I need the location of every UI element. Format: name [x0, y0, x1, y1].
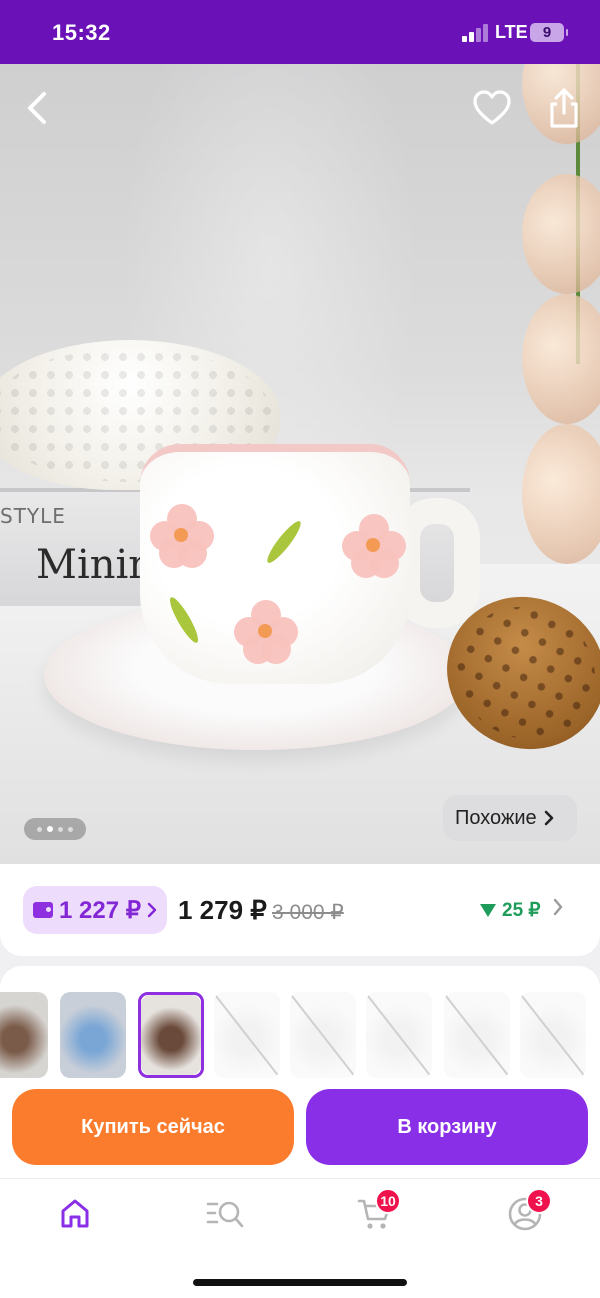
- pager-dot: [68, 826, 73, 832]
- favorite-button[interactable]: [468, 84, 516, 132]
- old-price: 3 000 ₽: [272, 901, 344, 924]
- back-button[interactable]: [16, 86, 60, 130]
- add-to-cart-button[interactable]: В корзину: [306, 1089, 588, 1165]
- network-label: LTE: [495, 22, 528, 42]
- flower-decoration: [342, 514, 406, 578]
- status-time: 15:32: [52, 20, 111, 45]
- bonus-chevron[interactable]: [552, 897, 564, 923]
- product-image[interactable]: STYLE Minim: [0, 64, 600, 864]
- bonus-value: 25 ₽: [502, 900, 541, 921]
- signal-icon: [462, 24, 490, 42]
- variant-thumbnail[interactable]: [290, 992, 356, 1078]
- chevron-right-icon: [553, 898, 563, 916]
- buy-now-button[interactable]: Купить сейчас: [12, 1089, 294, 1165]
- chevron-right-icon: [147, 902, 157, 918]
- variant-thumbnail-image: [214, 992, 280, 1078]
- book-text-top: STYLE: [0, 504, 66, 528]
- variant-thumbnail-image: [366, 992, 432, 1078]
- variant-thumbnail-image: [0, 992, 48, 1078]
- glass-vase: [522, 64, 600, 584]
- variant-thumbnails: [0, 990, 600, 1080]
- variant-thumbnail[interactable]: [214, 992, 280, 1078]
- pager-dot: [58, 826, 63, 832]
- bonus-points[interactable]: 25 ₽: [480, 899, 541, 922]
- home-indicator: [193, 1279, 407, 1286]
- tab-home[interactable]: [51, 1192, 99, 1236]
- tab-catalog[interactable]: [201, 1192, 249, 1236]
- current-price: 1 279 ₽: [178, 895, 267, 925]
- flower-decoration: [150, 504, 214, 568]
- share-button[interactable]: [540, 82, 588, 134]
- pager-dot-active: [47, 826, 53, 832]
- wallet-price-badge[interactable]: 1 227 ₽: [23, 886, 167, 934]
- variant-thumbnail[interactable]: [0, 992, 48, 1078]
- profile-badge: 3: [526, 1188, 552, 1214]
- variant-thumbnail-image: [141, 995, 201, 1075]
- flower-decoration: [234, 600, 298, 664]
- catalog-search-icon: [206, 1201, 244, 1228]
- variant-thumbnail[interactable]: [520, 992, 586, 1078]
- variant-thumbnail[interactable]: [138, 992, 204, 1078]
- similar-label: Похожие: [455, 806, 537, 829]
- variant-thumbnail-image: [520, 992, 586, 1078]
- variant-thumbnail-image: [290, 992, 356, 1078]
- home-icon: [61, 1199, 89, 1228]
- chevron-left-icon: [28, 92, 46, 124]
- pager-dot: [37, 826, 42, 832]
- variant-thumbnail-image: [60, 992, 126, 1078]
- chevron-right-icon: [544, 810, 553, 826]
- share-icon: [550, 88, 578, 128]
- similar-button[interactable]: Похожие: [443, 795, 577, 841]
- battery-icon: 9: [530, 23, 568, 42]
- wallet-icon: [33, 902, 53, 918]
- variant-thumbnail[interactable]: [60, 992, 126, 1078]
- variant-thumbnail[interactable]: [444, 992, 510, 1078]
- variant-thumbnail[interactable]: [366, 992, 432, 1078]
- bonus-arrow-icon: [480, 904, 496, 917]
- cart-badge: 10: [375, 1188, 401, 1214]
- status-bar: 15:32 LTE 9: [0, 0, 600, 64]
- image-pager[interactable]: [24, 818, 86, 840]
- wallet-price: 1 227 ₽: [59, 896, 141, 924]
- variant-thumbnail-image: [444, 992, 510, 1078]
- heart-icon: [473, 90, 511, 125]
